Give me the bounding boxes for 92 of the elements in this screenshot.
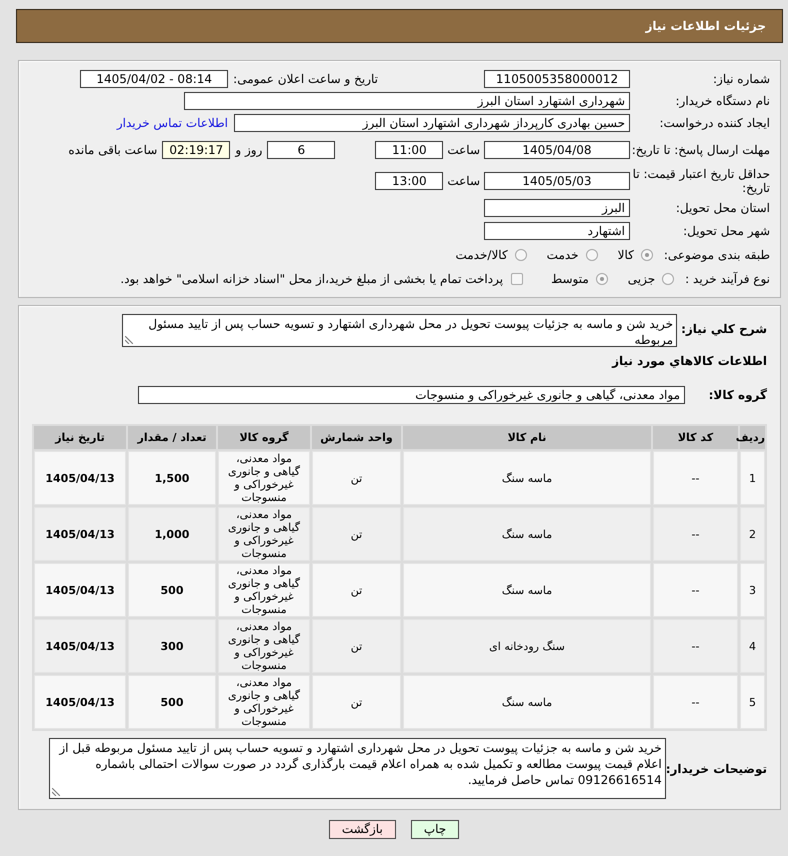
need-number-field[interactable]: 1105005358000012 — [484, 70, 630, 88]
field-label: تاریخ و ساعت اعلان عمومی: — [233, 72, 378, 86]
description-field[interactable]: خرید شن و ماسه به جزئیات پیوست تحویل در محل شهرداری اشتهارد و تسویه حساب پس از تایید مسئول مربوطه — [122, 314, 678, 347]
field-label: طبقه بندی موضوعی: — [664, 248, 770, 262]
table-cell: مواد معدنی، گیاهی و جانوری غیرخوراکی و منسوجات — [218, 619, 310, 673]
field-label: شرح کلي نیاز: — [681, 322, 767, 336]
city-field[interactable]: اشتهارد — [484, 222, 630, 240]
goods-group-field[interactable]: مواد معدنی، گیاهی و جانوری غیرخوراکی و منسوجات — [138, 386, 685, 404]
radio-button[interactable] — [662, 273, 674, 285]
radio-button[interactable] — [586, 248, 598, 260]
page-title: جزئیات اطلاعات نیاز — [645, 19, 766, 33]
table-cell: 1,500 — [128, 451, 216, 505]
section-title: اطلاعات کالاهاي مورد نیاز — [612, 354, 767, 370]
column-header: واحد شمارش — [312, 426, 401, 449]
days-field[interactable]: 6 — [267, 141, 336, 159]
buyer-notes-field[interactable]: خرید شن و ماسه به جزئیات پیوست تحویل در محل شهرداری اشتهارد و تسویه حساب پس از تایید مسئول مربوطه قبل از اعلام قیمت پیوست مطالعه و تکمیل شده به همراه اعلام قیمت بارگذاری گردد در صورت سوالات احتمالی باشماره 09126616514 تماس حاصل فرمایید. — [48, 738, 666, 799]
field-label: نام دستگاه خریدار: — [674, 94, 770, 108]
option-label[interactable]: کالا/خدمت — [455, 248, 508, 262]
checkbox[interactable] — [511, 273, 524, 285]
radio-button[interactable] — [514, 248, 527, 260]
table-cell: تن — [312, 675, 401, 729]
table-cell: تن — [312, 507, 401, 561]
announcement-field[interactable]: 1405/04/02 - 08:14 — [80, 70, 228, 88]
table-cell: تن — [312, 619, 401, 673]
days-label: روز و — [235, 143, 262, 157]
table-cell: -- — [653, 675, 738, 729]
table-cell: 300 — [128, 619, 216, 673]
table-cell: مواد معدنی، گیاهی و جانوری غیرخوراکی و منسوجات — [218, 451, 310, 505]
table-cell: -- — [653, 619, 738, 673]
table-cell: ماسه سنگ — [403, 563, 651, 617]
table-cell: ماسه سنگ — [403, 675, 651, 729]
buyer-organization-field[interactable]: شهرداری اشتهارد استان البرز — [184, 92, 630, 110]
field-label: نوع فرآیند خرید : — [685, 272, 770, 286]
table-cell: ماسه سنگ — [403, 507, 651, 561]
table-cell: 2 — [740, 507, 765, 561]
deadline-date-field[interactable]: 1405/04/08 — [484, 141, 630, 159]
radio-button[interactable] — [640, 248, 653, 260]
table-cell: ماسه سنگ — [403, 451, 651, 505]
column-header: تاریخ نیاز — [34, 426, 126, 449]
option-label[interactable]: کالا — [618, 248, 634, 262]
option-label[interactable]: متوسط — [551, 272, 589, 286]
field-label: مهلت ارسال پاسخ: تا تاریخ: — [630, 143, 770, 157]
validity-date-field[interactable]: 1405/05/03 — [484, 172, 630, 190]
resize-grip-icon[interactable] — [52, 788, 60, 796]
field-label: استان محل تحویل: — [674, 200, 770, 214]
field-label: ایجاد کننده درخواست: — [658, 116, 770, 130]
field-label: حداقل تاریخ اعتبار قیمت: تا تاریخ: — [632, 167, 770, 195]
radio-button[interactable] — [596, 273, 608, 285]
column-header: گروه کالا — [218, 426, 310, 449]
option-label[interactable]: جزیی — [628, 272, 656, 286]
remaining-time-field[interactable]: 02:19:17 — [162, 141, 230, 159]
buyer-contact-link[interactable]: اطلاعات تماس خریدار — [116, 116, 228, 130]
field-label: گروه کالا: — [708, 388, 767, 402]
table-cell: 1405/04/13 — [34, 563, 126, 617]
back-button[interactable]: بازگشت — [328, 820, 396, 839]
validity-time-field[interactable]: 13:00 — [375, 172, 444, 190]
table-cell: 1405/04/13 — [34, 507, 126, 561]
table-cell: 5 — [740, 675, 765, 729]
table-cell: 1 — [740, 451, 765, 505]
resize-grip-icon[interactable] — [125, 336, 134, 344]
table-cell: 500 — [128, 563, 216, 617]
table-cell: -- — [653, 563, 738, 617]
field-label: شهر محل تحویل: — [682, 224, 770, 238]
table-cell: 1405/04/13 — [34, 451, 126, 505]
table-cell: 4 — [740, 619, 765, 673]
table-cell: 1405/04/13 — [34, 619, 126, 673]
print-button[interactable]: چاپ — [410, 820, 460, 839]
deadline-time-field[interactable]: 11:00 — [375, 141, 444, 159]
table-cell: -- — [653, 451, 738, 505]
table-cell: 500 — [128, 675, 216, 729]
field-label: توضیحات خریدار: — [666, 762, 767, 776]
table-cell: 3 — [740, 563, 765, 617]
time-label: ساعت — [447, 174, 480, 188]
table-cell: 1,000 — [128, 507, 216, 561]
table-cell: -- — [653, 507, 738, 561]
table-cell: تن — [312, 451, 401, 505]
column-header: تعداد / مقدار — [128, 426, 216, 449]
table-cell: مواد معدنی، گیاهی و جانوری غیرخوراکی و منسوجات — [218, 675, 310, 729]
table-cell: مواد معدنی، گیاهی و جانوری غیرخوراکی و منسوجات — [218, 507, 310, 561]
table-cell: مواد معدنی، گیاهی و جانوری غیرخوراکی و منسوجات — [218, 563, 310, 617]
option-label[interactable]: خدمت — [546, 248, 579, 262]
column-header: نام کالا — [403, 426, 651, 449]
table-cell: سنگ رودخانه ای — [403, 619, 651, 673]
field-label: شماره نیاز: — [712, 72, 770, 86]
table-cell: 1405/04/13 — [34, 675, 126, 729]
column-header: کد کالا — [653, 426, 738, 449]
remaining-label: ساعت باقی مانده — [68, 143, 158, 157]
checkbox-label[interactable]: پرداخت تمام یا بخشی از مبلغ خرید،از محل "اسناد خزانه اسلامی" خواهد بود. — [120, 272, 504, 286]
time-label: ساعت — [447, 143, 480, 157]
requester-field[interactable]: حسین بهادری کارپرداز شهرداری اشتهارد استان البرز — [234, 114, 630, 132]
province-field[interactable]: البرز — [484, 198, 630, 216]
table-cell: تن — [312, 563, 401, 617]
